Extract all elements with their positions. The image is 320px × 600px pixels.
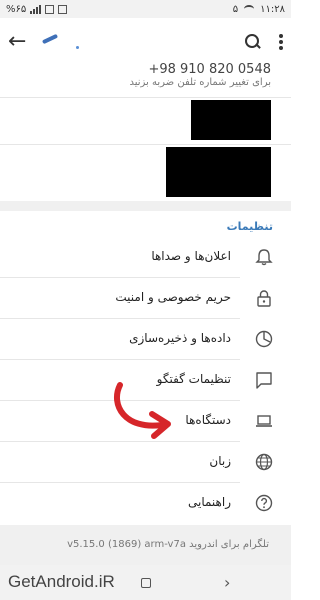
row-divider [0,482,240,483]
settings-item-label: داده‌ها و ذخیره‌سازی [129,331,231,345]
settings-item-label: راهنمایی [187,495,231,509]
settings-item-label: اعلان‌ها و صداها [151,249,231,263]
settings-item-label: دستگاه‌ها [185,413,231,427]
app-version: تلگرام برای اندروید v5.15.0 (1869) arm-v… [67,539,269,550]
data-usage-icon [255,330,273,348]
toolbar: ← [0,18,291,66]
annotation-arrow [113,382,171,439]
signal-icon [30,4,42,14]
settings-item-label: زبان [209,454,231,468]
status-bar: %۶۵ ۵ ۱۱:۲۸ [0,0,291,18]
notification-icon [45,4,55,14]
divider [0,97,291,98]
section-gap [0,201,291,211]
logo-mark [40,35,62,49]
back-arrow-icon[interactable]: ← [8,31,26,53]
wifi-icon [244,5,255,13]
more-vertical-icon[interactable] [279,34,283,50]
bell-icon [255,249,273,266]
divider [0,144,291,145]
back-chevron-icon[interactable]: › [224,573,230,592]
row-divider [0,277,240,278]
settings-section-title: تنظیمات [226,220,273,233]
row-divider [0,359,240,360]
phone-number-row[interactable]: +98 910 820 0548 برای تغییر شماره تلفن ض… [0,62,291,98]
redacted-username [191,100,271,140]
battery-level: %۶۵ [6,3,27,15]
help-icon [255,494,273,512]
version-footer: تلگرام برای اندروید v5.15.0 (1869) arm-v… [0,525,291,565]
watermark: GetAndroid.iR [8,572,115,591]
image-icon [58,4,68,14]
chat-bubble-icon [256,372,272,389]
settings-item-help[interactable]: راهنمایی [0,484,291,524]
settings-item-notifications[interactable]: اعلان‌ها و صداها [0,238,291,278]
search-icon[interactable] [245,34,261,50]
globe-icon [255,453,273,471]
settings-item-label: حریم خصوصی و امنیت [115,290,231,304]
settings-item-data-storage[interactable]: داده‌ها و ذخیره‌سازی [0,320,291,360]
clock: ۱۱:۲۸ [260,3,285,15]
logo-dot [76,45,80,49]
phone-hint: برای تغییر شماره تلفن ضربه بزنید [129,77,271,88]
settings-item-privacy[interactable]: حریم خصوصی و امنیت [0,279,291,319]
row-divider [0,318,240,319]
status-right: ۵ ۱۱:۲۸ [233,4,285,15]
redacted-bio [166,147,271,197]
sim-indicator: ۵ [232,3,239,15]
lock-icon [257,290,271,307]
laptop-icon [256,415,272,427]
system-nav-bar: GetAndroid.iR › [0,565,291,600]
status-left: %۶۵ [6,3,68,15]
home-button-icon[interactable] [141,578,151,588]
phone-number: +98 910 820 0548 [148,62,271,77]
